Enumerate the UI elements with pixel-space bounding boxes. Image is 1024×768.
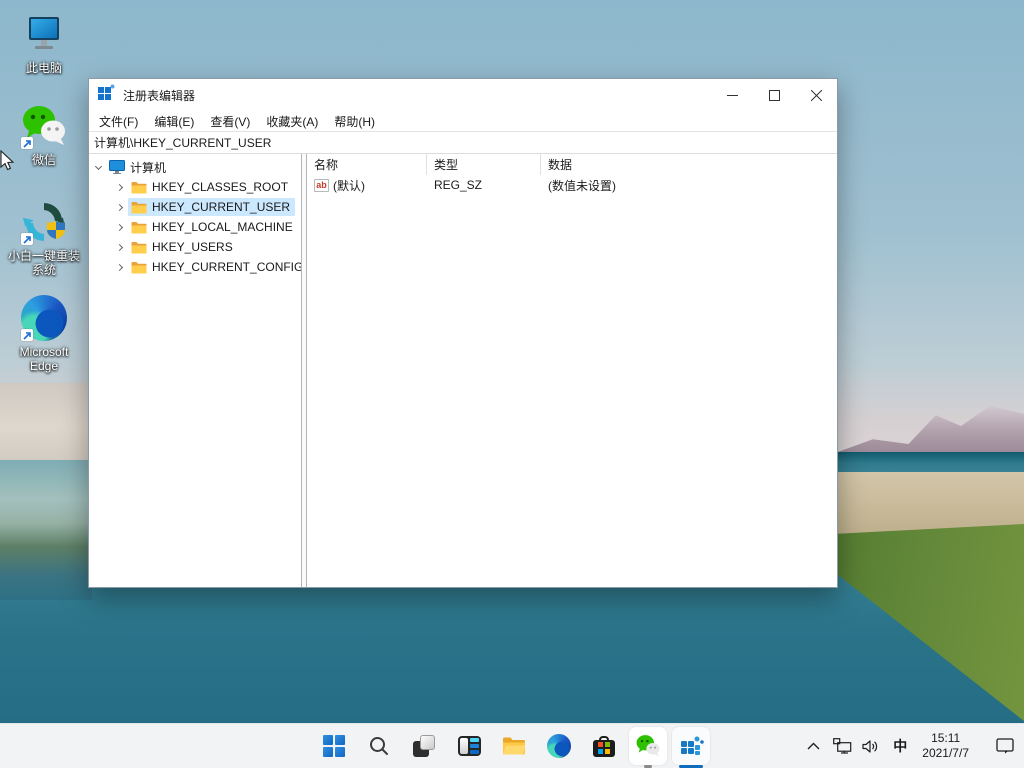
tree-node-label: HKEY_LOCAL_MACHINE [152, 220, 293, 234]
value-data: (数值未设置) [548, 178, 616, 193]
notification-center-icon[interactable] [994, 734, 1016, 758]
folder-icon [131, 201, 147, 213]
desktop-icon-label: Microsoft [19, 345, 69, 359]
menu-favorites[interactable]: 收藏夹(A) [258, 113, 326, 130]
address-bar[interactable]: 计算机\HKEY_CURRENT_USER [89, 131, 837, 154]
search-icon [370, 737, 388, 755]
tree-node-label: HKEY_CURRENT_USER [152, 200, 291, 214]
taskbar: 中 15:11 2021/7/7 [0, 723, 1024, 768]
wallpaper-reflection [0, 460, 92, 600]
column-header-data[interactable]: 数据 [541, 154, 837, 175]
windows-logo-icon [323, 735, 345, 757]
tray-chevron-up-icon[interactable] [802, 734, 824, 758]
chevron-right-icon[interactable] [115, 262, 125, 272]
this-pc-icon [20, 10, 68, 58]
chevron-right-icon[interactable] [115, 202, 125, 212]
chevron-right-icon[interactable] [115, 242, 125, 252]
menu-bar: 文件(F) 编辑(E) 查看(V) 收藏夹(A) 帮助(H) [89, 111, 837, 131]
widgets-button[interactable] [449, 726, 489, 766]
chevron-down-icon[interactable] [93, 162, 103, 172]
edge-button[interactable] [539, 726, 579, 766]
value-name: (默认) [333, 178, 365, 193]
folder-icon [131, 261, 147, 273]
window-title: 注册表编辑器 [123, 88, 196, 103]
folder-icon [131, 181, 147, 193]
start-button[interactable] [314, 726, 354, 766]
chevron-right-icon[interactable] [115, 182, 125, 192]
shortcut-arrow-icon [21, 137, 33, 149]
menu-view[interactable]: 查看(V) [202, 113, 258, 130]
tree-node-hkey-users[interactable]: HKEY_USERS [89, 237, 301, 257]
task-view-button[interactable] [404, 726, 444, 766]
store-icon [593, 735, 615, 757]
registry-app-icon [98, 84, 115, 106]
desktop-icon-label: 小白一键重装 [7, 249, 80, 263]
tree-node-label: 计算机 [130, 160, 167, 175]
clock-time: 15:11 [931, 731, 961, 745]
folder-icon [131, 241, 147, 253]
computer-icon [109, 160, 125, 174]
desktop-icon-edge[interactable]: Microsoft Edge [6, 294, 82, 373]
taskbar-clock[interactable]: 15:11 2021/7/7 [922, 731, 969, 761]
wechat-icon [20, 102, 68, 150]
folder-icon [131, 221, 147, 233]
wechat-taskbar-button[interactable] [629, 727, 667, 768]
column-header-type[interactable]: 类型 [427, 154, 541, 175]
registry-icon [681, 736, 704, 755]
desktop-icon-label: 此电脑 [25, 61, 62, 75]
tree-node-hkey-current-config[interactable]: HKEY_CURRENT_CONFIG [89, 257, 301, 277]
volume-icon[interactable] [860, 734, 882, 758]
menu-file[interactable]: 文件(F) [91, 113, 146, 130]
value-row-default[interactable]: ab (默认) REG_SZ (数值未设置) [307, 175, 837, 195]
desktop-icon-this-pc[interactable]: 此电脑 [6, 10, 82, 75]
registry-taskbar-button[interactable] [672, 727, 710, 768]
tree-node-computer[interactable]: 计算机 [89, 157, 301, 177]
file-explorer-button[interactable] [494, 726, 534, 766]
column-header-name[interactable]: 名称 [307, 154, 427, 175]
window-titlebar[interactable]: 注册表编辑器 [89, 79, 837, 111]
close-button[interactable] [795, 79, 837, 111]
desktop-icon-label: 微信 [31, 153, 56, 167]
tree-node-label: HKEY_USERS [152, 240, 233, 254]
tree-node-hkey-current-user[interactable]: HKEY_CURRENT_USER [89, 197, 301, 217]
chevron-right-icon[interactable] [115, 222, 125, 232]
tree-node-label: HKEY_CLASSES_ROOT [152, 180, 289, 194]
wallpaper-beach [0, 383, 92, 463]
wechat-icon [636, 735, 660, 757]
string-value-icon: ab [314, 178, 329, 192]
maximize-button[interactable] [753, 79, 795, 111]
desktop-icon-wechat[interactable]: 微信 [6, 102, 82, 167]
file-explorer-icon [503, 737, 526, 755]
menu-help[interactable]: 帮助(H) [326, 113, 383, 130]
task-view-icon [413, 735, 435, 757]
registry-editor-window: 注册表编辑器 文件(F) 编辑(E) 查看(V) 收藏夹(A) 帮助(H) 计算… [88, 78, 838, 588]
widgets-icon [457, 736, 481, 756]
menu-edit[interactable]: 编辑(E) [146, 113, 202, 130]
clock-date: 2021/7/7 [922, 746, 969, 760]
search-button[interactable] [359, 726, 399, 766]
xiaobai-icon [20, 198, 68, 246]
value-list: 名称 类型 数据 ab (默认) REG_SZ (数值未设置) [307, 154, 837, 587]
value-type: REG_SZ [434, 178, 483, 192]
network-icon[interactable] [831, 734, 853, 758]
registry-tree: 计算机 HKEY_CLASSES_ROOT HKEY_CURRENT_USER … [89, 154, 301, 587]
list-header: 名称 类型 数据 [307, 154, 837, 175]
shortcut-arrow-icon [21, 329, 33, 341]
desktop-icon-xiaobai[interactable]: 小白一键重装 系统 [6, 198, 82, 277]
ime-indicator[interactable]: 中 [889, 736, 911, 756]
tree-node-hkey-classes-root[interactable]: HKEY_CLASSES_ROOT [89, 177, 301, 197]
tree-node-hkey-local-machine[interactable]: HKEY_LOCAL_MACHINE [89, 217, 301, 237]
shortcut-arrow-icon [21, 233, 33, 245]
tree-node-label: HKEY_CURRENT_CONFIG [152, 260, 301, 274]
edge-icon [547, 734, 571, 758]
selected-tree-node[interactable]: HKEY_CURRENT_USER [128, 198, 296, 216]
mouse-cursor [0, 149, 16, 177]
minimize-button[interactable] [711, 79, 753, 111]
edge-icon [20, 294, 68, 342]
store-button[interactable] [584, 726, 624, 766]
